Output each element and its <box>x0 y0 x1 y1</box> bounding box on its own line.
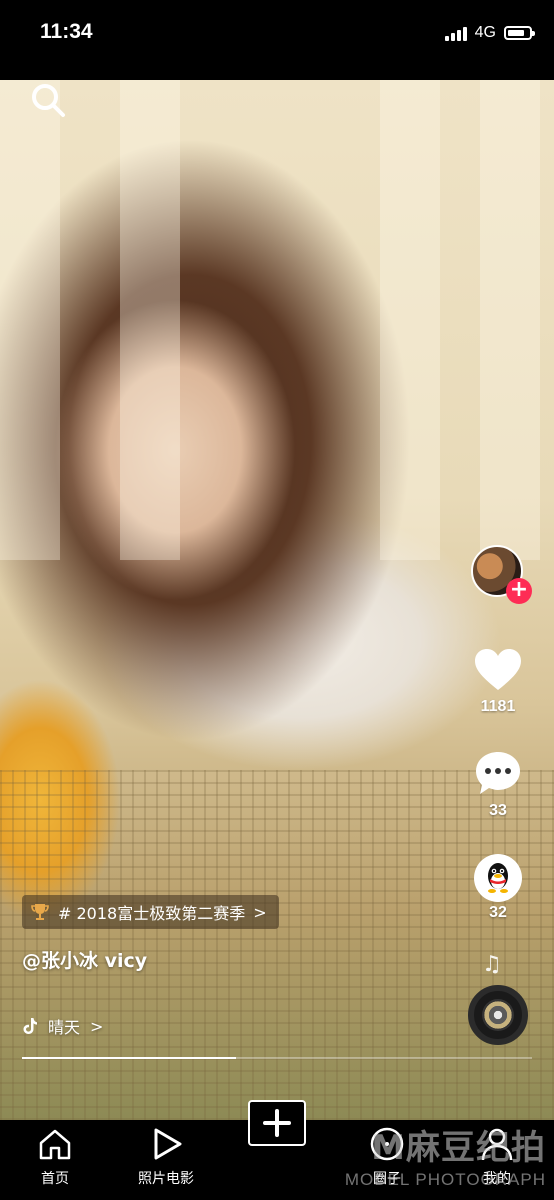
heart-icon <box>475 649 521 690</box>
tiktok-note-icon <box>23 1018 37 1034</box>
background-blind <box>0 80 60 560</box>
signal-icon <box>444 25 467 41</box>
follow-button[interactable]: + <box>506 578 532 604</box>
tab-circle-label: 圈子 <box>373 1171 401 1187</box>
trophy-icon <box>31 904 49 920</box>
comment-button[interactable]: 33 <box>468 750 528 820</box>
music-info[interactable]: 晴天 > <box>22 1014 103 1038</box>
tab-home-label: 首页 <box>41 1171 69 1187</box>
qq-share-icon <box>474 854 522 902</box>
like-count: 1181 <box>480 698 516 715</box>
comment-count: 33 <box>489 802 507 819</box>
author-username[interactable]: @张小冰 vicy <box>22 946 147 973</box>
tab-photo-movie-label: 照片电影 <box>138 1171 194 1187</box>
video-progress-bar[interactable] <box>22 1057 532 1059</box>
play-icon <box>154 1128 182 1160</box>
challenge-tag[interactable]: # 2018富士极致第二赛季 > <box>22 895 279 929</box>
profile-icon <box>481 1128 513 1161</box>
video-progress-fill <box>22 1057 237 1059</box>
music-title: 晴天 <box>48 1018 81 1037</box>
search-icon[interactable] <box>30 82 66 118</box>
battery-icon <box>504 26 535 40</box>
tab-profile-label: 我的 <box>483 1171 511 1187</box>
chevron-right-icon: > <box>253 902 267 922</box>
background-blind <box>120 80 180 560</box>
music-disc[interactable] <box>468 985 528 1045</box>
add-button[interactable] <box>248 1100 306 1146</box>
status-bar: 11:34 4G <box>0 0 554 80</box>
comment-icon <box>476 752 520 794</box>
tab-photo-movie[interactable]: 照片电影 <box>121 1120 211 1200</box>
background-blind <box>480 80 540 560</box>
background-blind <box>380 80 440 560</box>
network-type: 4G <box>474 24 496 41</box>
share-count: 32 <box>489 904 507 921</box>
tatami-mat-background <box>0 770 554 1120</box>
status-time: 11:34 <box>40 20 93 43</box>
tab-home[interactable]: 首页 <box>10 1120 100 1200</box>
share-button[interactable]: 32 <box>468 854 528 922</box>
challenge-tag-label: # 2018富士极致第二赛季 <box>58 904 246 923</box>
like-button[interactable]: 1181 <box>468 648 528 716</box>
battery-level <box>508 30 524 36</box>
status-indicators: 4G <box>444 24 535 42</box>
music-note-icon: ♫ <box>482 952 502 977</box>
tab-profile[interactable]: 我的 <box>452 1120 542 1200</box>
music-cover <box>482 999 514 1031</box>
chevron-right-icon: > <box>90 1016 104 1036</box>
home-icon <box>39 1129 71 1160</box>
add-icon <box>263 1109 291 1137</box>
circle-icon <box>370 1127 404 1161</box>
tab-circle[interactable]: 圈子 <box>342 1120 432 1200</box>
